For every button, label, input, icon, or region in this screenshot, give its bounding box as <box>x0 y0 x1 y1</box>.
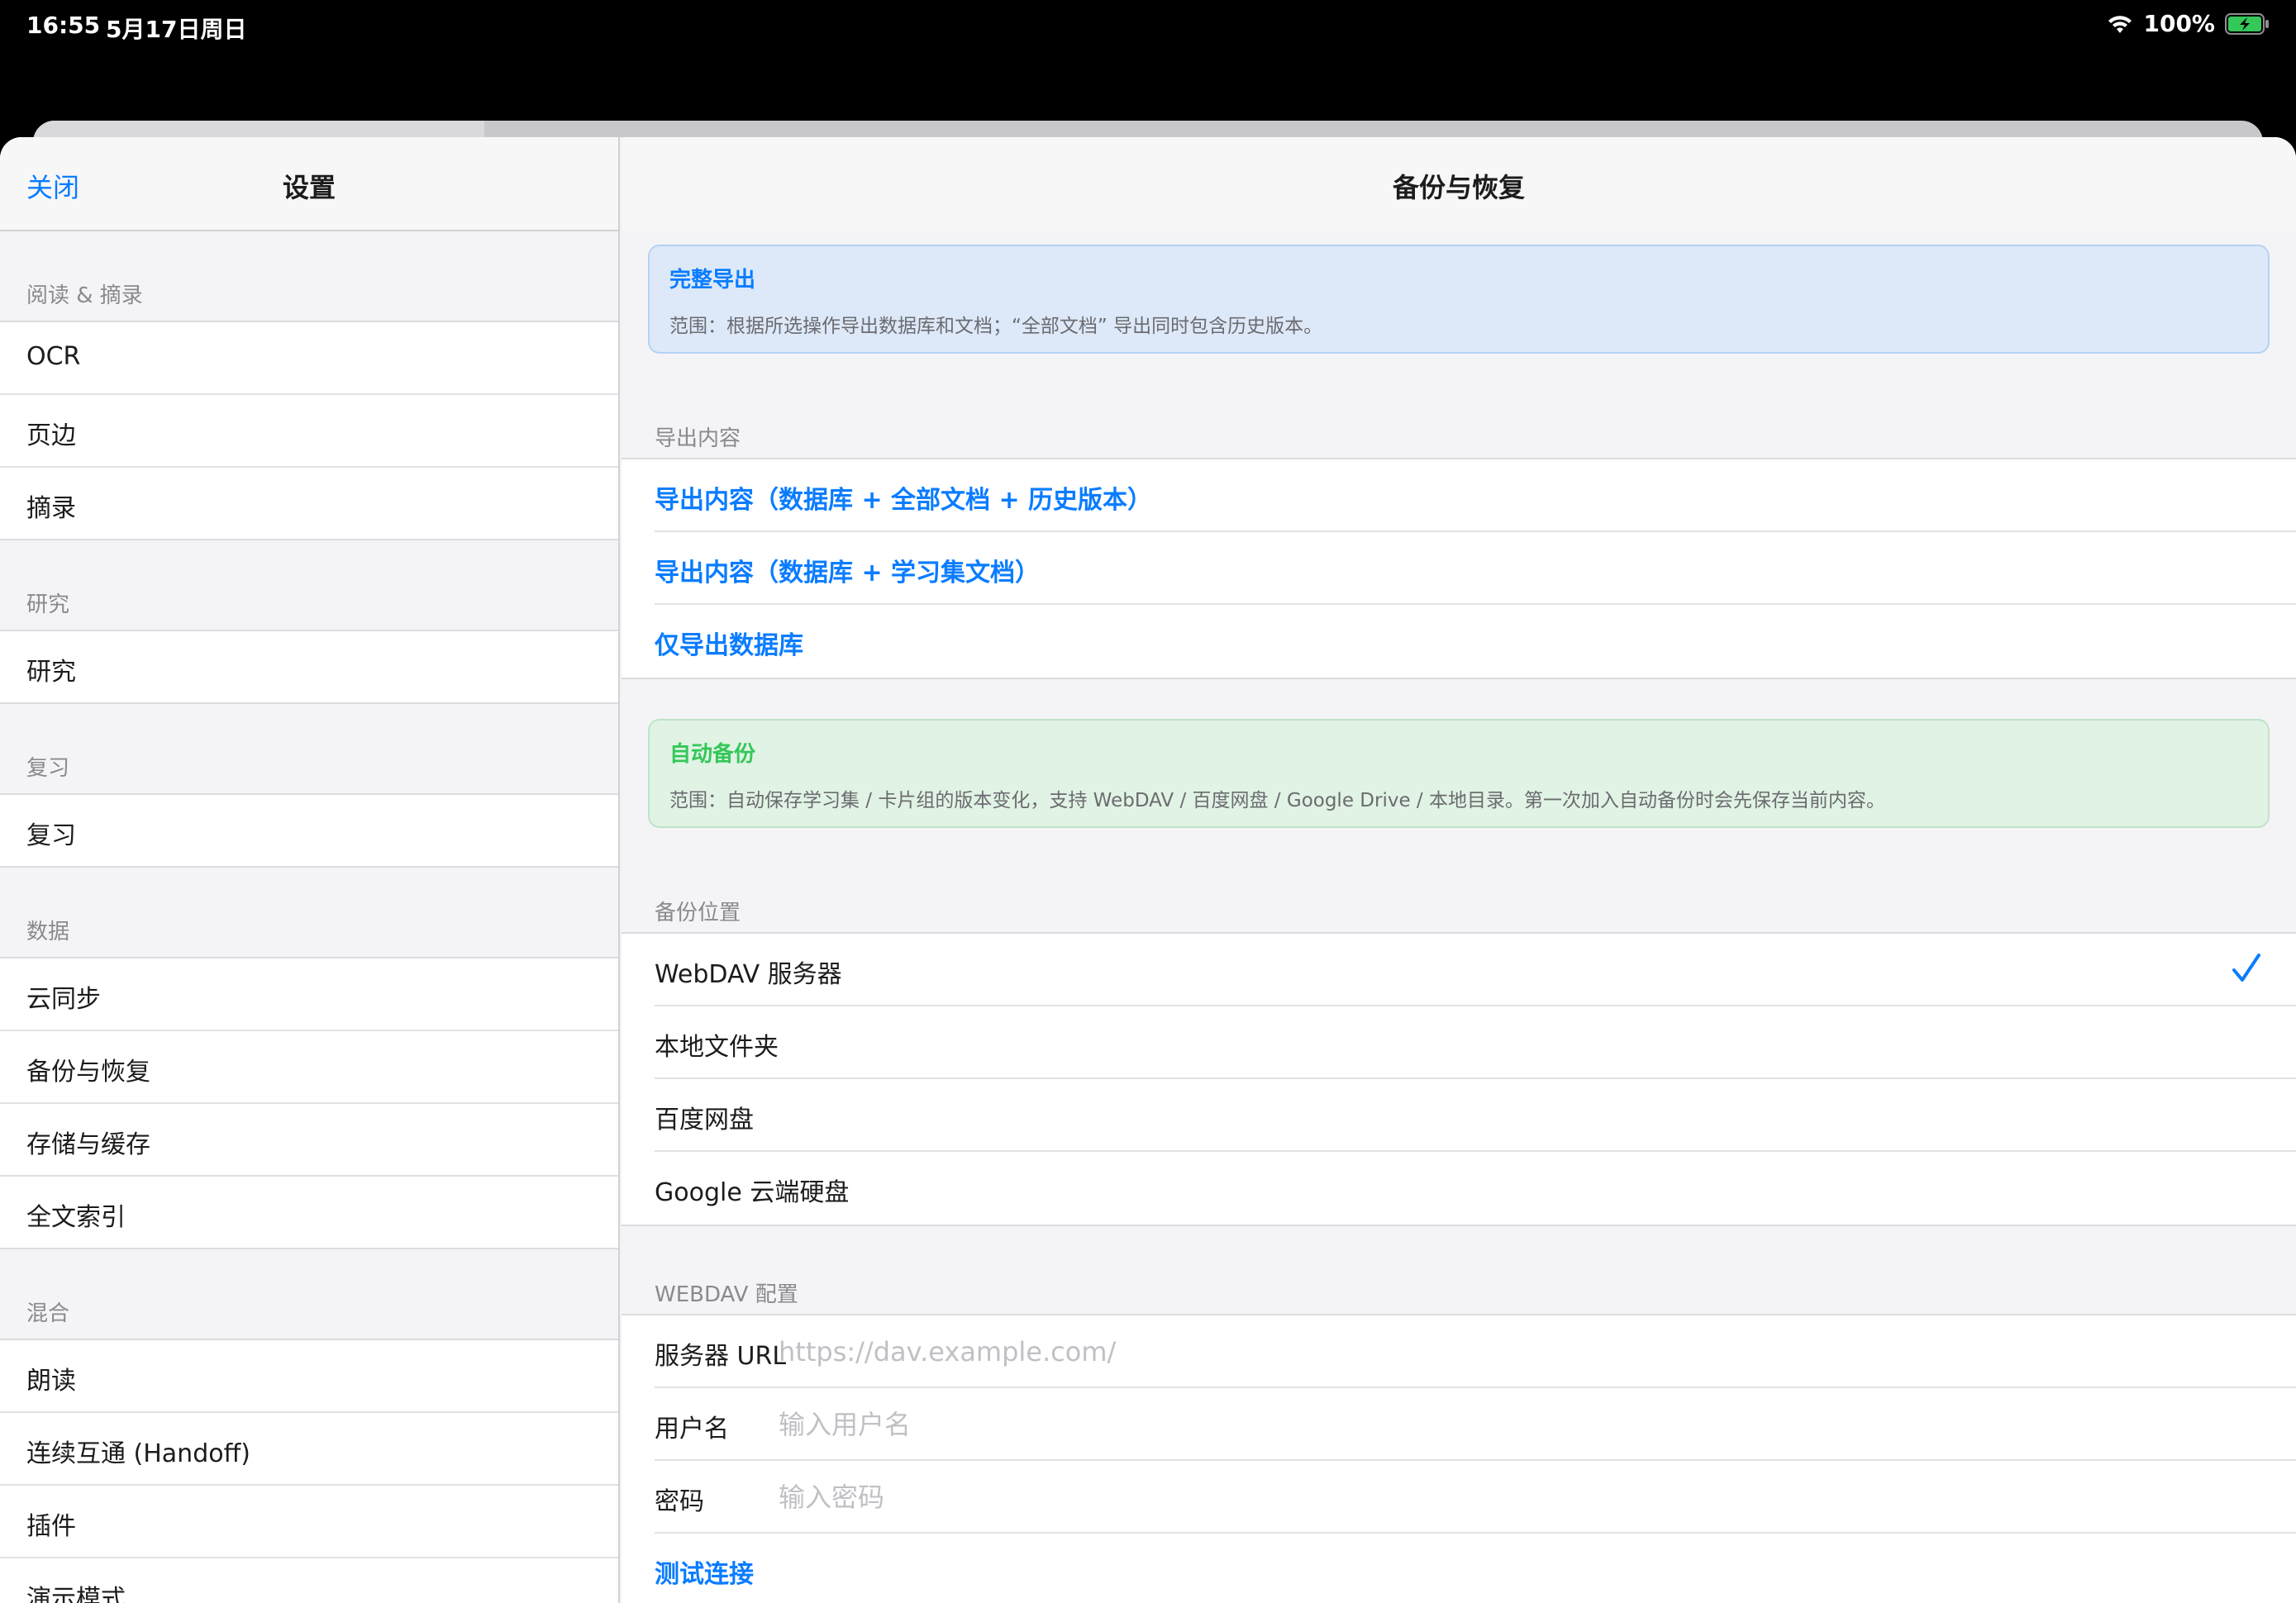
sidebar-header: 关闭 设置 <box>0 137 618 231</box>
export-study-set-button[interactable]: 导出内容（数据库 + 学习集文档） <box>655 532 2296 605</box>
battery-charging-icon <box>2225 12 2269 35</box>
sidebar-item-review[interactable]: 复习 <box>0 795 618 868</box>
server-url-input[interactable] <box>779 1327 2266 1377</box>
server-url-row: 服务器 URL <box>655 1315 2296 1388</box>
username-label: 用户名 <box>655 1415 729 1444</box>
sidebar-section-header: 研究 <box>0 540 618 631</box>
auto-backup-text: 范围：自动保存学习集 / 卡片组的版本变化，支持 WebDAV / 百度网盘 /… <box>669 790 1885 811</box>
export-list: 导出内容（数据库 + 全部文档 + 历史版本） 导出内容（数据库 + 学习集文档… <box>622 458 2296 679</box>
username-row: 用户名 <box>655 1388 2296 1461</box>
export-database-only-button[interactable]: 仅导出数据库 <box>655 605 2296 678</box>
status-time: 16:55 <box>26 12 101 39</box>
location-local-folder[interactable]: 本地文件夹 <box>655 1006 2296 1079</box>
location-webdav[interactable]: WebDAV 服务器 <box>655 934 2296 1006</box>
sidebar-item-margin[interactable]: 页边 <box>0 395 618 468</box>
sidebar-section-header: 阅读 & 摘录 <box>0 231 618 322</box>
full-export-title: 完整导出 <box>669 268 756 293</box>
webdav-section-header: WEBDAV 配置 <box>655 1282 798 1307</box>
location-google-drive[interactable]: Google 云端硬盘 <box>655 1152 2296 1225</box>
server-url-label: 服务器 URL <box>655 1342 787 1371</box>
sidebar-section-header: 混合 <box>0 1249 618 1340</box>
wifi-icon <box>2108 15 2132 33</box>
username-input[interactable] <box>779 1400 2266 1449</box>
password-input[interactable] <box>779 1472 2266 1522</box>
auto-backup-title: 自动备份 <box>669 742 756 767</box>
full-export-text: 范围：根据所选操作导出数据库和文档；“全部文档” 导出同时包含历史版本。 <box>669 316 1323 337</box>
sidebar-list: 阅读 & 摘录 OCR 页边 摘录 研究 研究 复习 复习 数据 云同步 备份与… <box>0 231 618 1603</box>
sidebar-item-excerpt[interactable]: 摘录 <box>0 468 618 540</box>
settings-sheet: 关闭 设置 阅读 & 摘录 OCR 页边 摘录 研究 研究 复习 复习 数据 云… <box>0 137 2296 1603</box>
export-all-button[interactable]: 导出内容（数据库 + 全部文档 + 历史版本） <box>655 459 2296 532</box>
export-section-header: 导出内容 <box>655 426 741 451</box>
status-date: 5月17日周日 <box>106 16 247 43</box>
location-section-header: 备份位置 <box>655 901 741 925</box>
sidebar-item-fulltext-index[interactable]: 全文索引 <box>0 1177 618 1249</box>
test-connection-button[interactable]: 测试连接 <box>655 1534 2296 1603</box>
location-baidu-pan[interactable]: 百度网盘 <box>655 1079 2296 1152</box>
status-bar: 16:55 5月17日周日 100% <box>0 0 2296 53</box>
settings-sidebar: 关闭 设置 阅读 & 摘录 OCR 页边 摘录 研究 研究 复习 复习 数据 云… <box>0 137 620 1603</box>
full-export-info: 完整导出 范围：根据所选操作导出数据库和文档；“全部文档” 导出同时包含历史版本… <box>648 245 2270 354</box>
password-label: 密码 <box>655 1487 704 1516</box>
sidebar-item-research[interactable]: 研究 <box>0 631 618 704</box>
password-row: 密码 <box>655 1461 2296 1534</box>
detail-header: 备份与恢复 <box>622 137 2296 231</box>
detail-pane: 备份与恢复 完整导出 范围：根据所选操作导出数据库和文档；“全部文档” 导出同时… <box>622 137 2296 1603</box>
checkmark-icon <box>2232 954 2260 982</box>
detail-title: 备份与恢复 <box>1392 172 1525 203</box>
sidebar-title: 设置 <box>282 172 336 203</box>
sidebar-item-plugins[interactable]: 插件 <box>0 1486 618 1558</box>
sidebar-item-backup-restore[interactable]: 备份与恢复 <box>0 1031 618 1104</box>
sidebar-item-read-aloud[interactable]: 朗读 <box>0 1340 618 1413</box>
battery-percent: 100% <box>2143 10 2215 37</box>
sidebar-section-header: 复习 <box>0 704 618 795</box>
sidebar-item-demo-mode[interactable]: 演示模式 <box>0 1558 618 1603</box>
sidebar-item-ocr[interactable]: OCR <box>0 322 618 395</box>
status-right: 100% <box>2107 10 2270 37</box>
sidebar-item-handoff[interactable]: 连续互通 (Handoff) <box>0 1413 618 1486</box>
auto-backup-info: 自动备份 范围：自动保存学习集 / 卡片组的版本变化，支持 WebDAV / 百… <box>648 719 2270 828</box>
sidebar-section-header: 数据 <box>0 868 618 958</box>
webdav-config-list: 服务器 URL 用户名 密码 测试连接 <box>622 1314 2296 1603</box>
sidebar-item-cloud-sync[interactable]: 云同步 <box>0 958 618 1031</box>
location-list: WebDAV 服务器 本地文件夹 百度网盘 Google 云端硬盘 <box>622 932 2296 1226</box>
sidebar-item-storage-cache[interactable]: 存储与缓存 <box>0 1104 618 1177</box>
